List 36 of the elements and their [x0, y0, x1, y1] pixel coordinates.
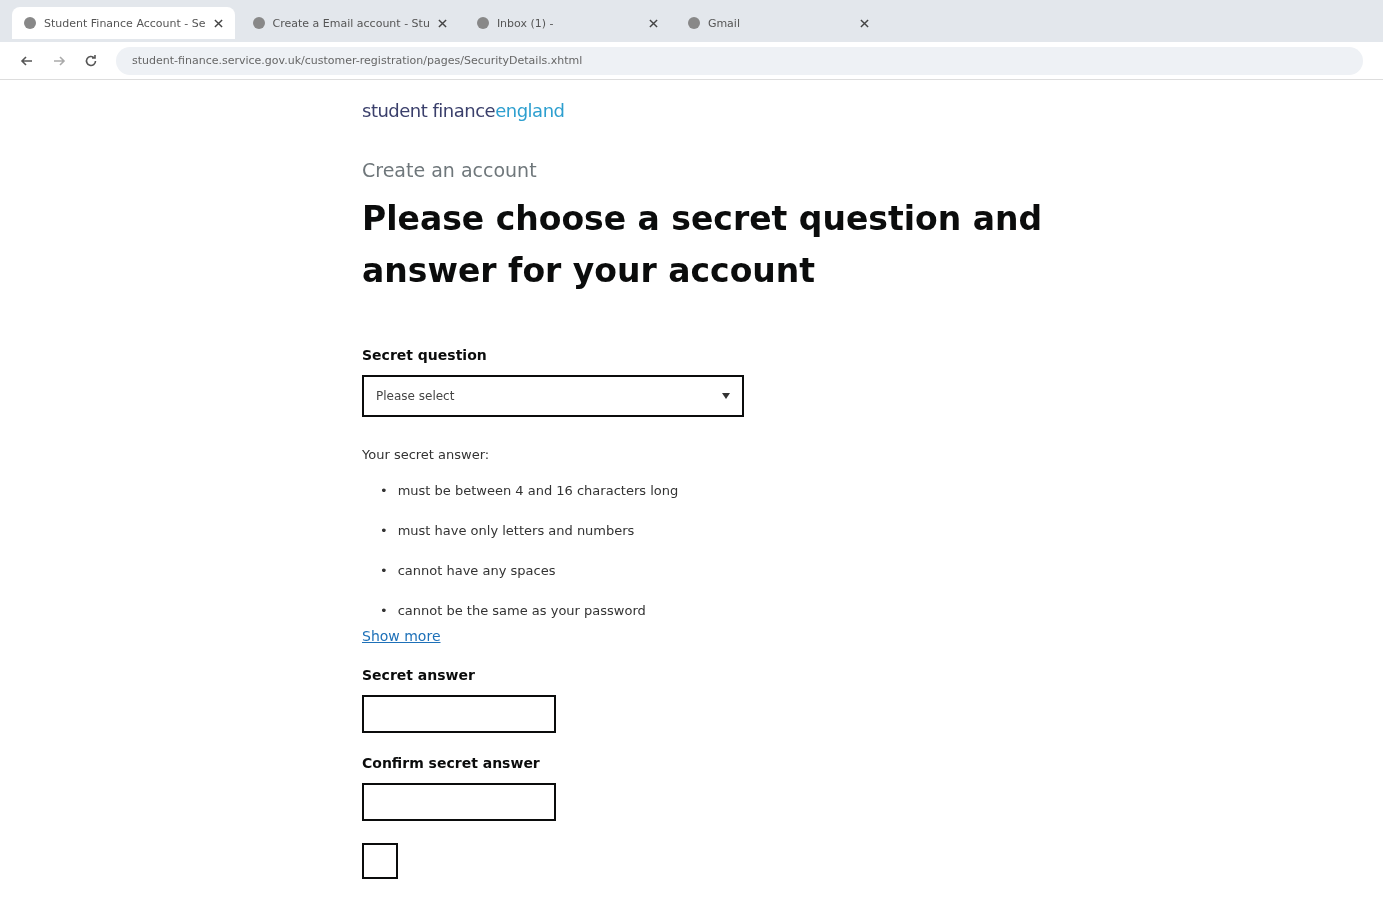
field-label: Secret question — [362, 347, 488, 363]
logo: student financeengland — [362, 100, 566, 121]
field-label: Secret answer — [362, 667, 476, 683]
close-icon[interactable] — [437, 18, 447, 28]
rule-item: cannot have any spaces — [397, 562, 556, 580]
address-bar[interactable]: student-finance.service.gov.uk/customer-registration/pages/SecurityDetails.xhtml — [116, 46, 1363, 75]
checkbox[interactable] — [362, 843, 398, 879]
rule-item: cannot be the same as your password — [397, 602, 646, 620]
answer-field[interactable] — [362, 783, 556, 821]
bullet: • — [380, 562, 388, 580]
bullet: • — [380, 482, 388, 500]
rule-item: must have only letters and numbers — [397, 522, 635, 540]
browser-tab[interactable]: Inbox (1) - — [464, 7, 670, 39]
bullet: • — [380, 522, 388, 540]
favicon-icon — [687, 17, 700, 29]
caret-icon — [722, 393, 730, 399]
close-icon[interactable] — [648, 18, 658, 28]
rules-intro: Your secret answer: — [362, 447, 491, 462]
answer-field[interactable] — [362, 695, 556, 733]
question-select[interactable]: Please select — [362, 375, 744, 417]
favicon-icon — [252, 17, 265, 29]
favicon-icon — [476, 17, 489, 29]
back-icon[interactable] — [20, 53, 34, 68]
browser-tab[interactable]: Student Finance Account - Se — [12, 7, 235, 39]
field-label: Confirm secret answer — [362, 755, 541, 771]
reload-icon[interactable] — [84, 53, 98, 68]
close-icon[interactable] — [859, 18, 869, 28]
browser-tab[interactable]: Create a Email account - Stu — [240, 7, 459, 39]
favicon-icon — [24, 17, 36, 29]
page-caption: Create an account — [362, 159, 538, 181]
show-more-link[interactable]: Show more — [362, 628, 441, 644]
rule-item: must be between 4 and 16 characters long — [397, 482, 679, 500]
bullet: • — [380, 602, 388, 620]
browser-tab[interactable]: Gmail — [675, 7, 881, 39]
page-heading: Please choose a secret question and answer for your account — [362, 198, 1044, 292]
close-icon[interactable] — [213, 18, 223, 28]
